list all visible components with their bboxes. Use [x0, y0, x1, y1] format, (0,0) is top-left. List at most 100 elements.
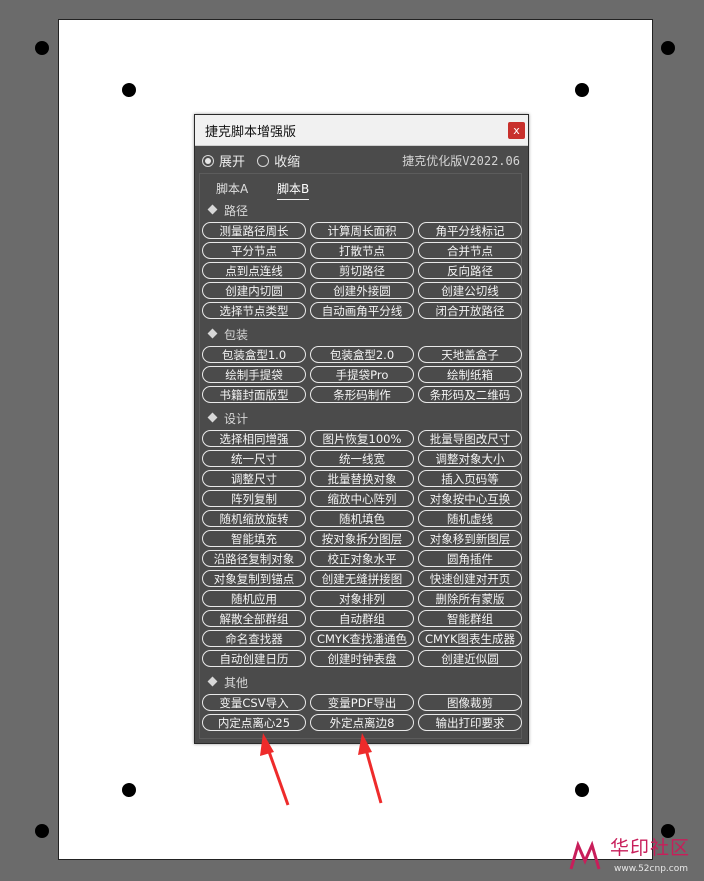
- script-button[interactable]: 外定点离边8: [310, 714, 414, 731]
- script-button[interactable]: 创建无缝拼接图: [310, 570, 414, 587]
- script-button[interactable]: 快速创建对开页: [418, 570, 522, 587]
- script-button[interactable]: 自动画角平分线: [310, 302, 414, 319]
- script-button[interactable]: 统一尺寸: [202, 450, 306, 467]
- script-button[interactable]: 调整尺寸: [202, 470, 306, 487]
- expand-label: 展开: [219, 155, 246, 170]
- script-button[interactable]: 缩放中心阵列: [310, 490, 414, 507]
- tab-script-b[interactable]: 脚本B: [277, 180, 310, 200]
- collapse-option[interactable]: 收缩: [257, 151, 300, 170]
- radio-unselected-icon: [257, 155, 270, 167]
- package-buttons: 包装盒型1.0 包装盒型2.0 天地盖盒子绘制手提袋 手提袋Pro 绘制纸箱书籍封面版型…: [202, 346, 524, 403]
- script-button[interactable]: 创建时钟表盘: [310, 650, 414, 667]
- script-button[interactable]: 插入页码等: [418, 470, 522, 487]
- script-button[interactable]: 点到点连线: [202, 262, 306, 279]
- registration-dot: [35, 41, 49, 55]
- script-button[interactable]: 自动创建日历: [202, 650, 306, 667]
- design-buttons: 选择相同增强 图片恢复100% 批量导图改尺寸统一尺寸 统一线宽 调整对象大小调整尺寸批…: [202, 430, 524, 667]
- registration-dot: [575, 783, 589, 797]
- section-title: 包装: [224, 328, 249, 342]
- script-button[interactable]: 反向路径: [418, 262, 522, 279]
- script-button[interactable]: 手提袋Pro: [310, 366, 414, 383]
- script-button[interactable]: 变量CSV导入: [202, 694, 306, 711]
- script-button[interactable]: 打散节点: [310, 242, 414, 259]
- script-button[interactable]: 阵列复制: [202, 490, 306, 507]
- script-button[interactable]: 调整对象大小: [418, 450, 522, 467]
- script-button[interactable]: 图片恢复100%: [310, 430, 414, 447]
- script-button[interactable]: 绘制手提袋: [202, 366, 306, 383]
- script-button[interactable]: 自动群组: [310, 610, 414, 627]
- expand-option[interactable]: 展开: [202, 151, 245, 170]
- script-button[interactable]: 平分节点: [202, 242, 306, 259]
- section-title: 其他: [224, 676, 249, 690]
- script-button[interactable]: 选择相同增强: [202, 430, 306, 447]
- script-button[interactable]: 计算周长面积: [310, 222, 414, 239]
- script-button[interactable]: 条形码及二维码: [418, 386, 522, 403]
- registration-dot: [661, 41, 675, 55]
- script-button[interactable]: 批量导图改尺寸: [418, 430, 522, 447]
- script-button[interactable]: 绘制纸箱: [418, 366, 522, 383]
- script-content-area: 脚本A 脚本B 路径 测量路径周长 计算周长面积 角平分线标记平分节点 打散节点 合并节…: [199, 173, 522, 739]
- script-button[interactable]: 创建内切圆: [202, 282, 306, 299]
- script-button[interactable]: 包装盒型1.0: [202, 346, 306, 363]
- script-button[interactable]: 对象排列: [310, 590, 414, 607]
- registration-dot: [122, 783, 136, 797]
- script-button[interactable]: CMYK图表生成器: [418, 630, 522, 647]
- script-button[interactable]: 创建近似圆: [418, 650, 522, 667]
- script-button[interactable]: 智能群组: [418, 610, 522, 627]
- watermark-logo-icon: [569, 840, 601, 870]
- script-button[interactable]: 随机虚线: [418, 510, 522, 527]
- script-button[interactable]: 创建外接圆: [310, 282, 414, 299]
- script-button[interactable]: 条形码制作: [310, 386, 414, 403]
- close-button[interactable]: x: [508, 122, 525, 139]
- script-button[interactable]: 随机填色: [310, 510, 414, 527]
- script-button[interactable]: 圆角插件: [418, 550, 522, 567]
- script-button[interactable]: 书籍封面版型: [202, 386, 306, 403]
- script-button[interactable]: 统一线宽: [310, 450, 414, 467]
- version-label: 捷克优化版V2022.06: [402, 154, 520, 168]
- diamond-icon: [207, 204, 218, 215]
- script-button[interactable]: 变量PDF导出: [310, 694, 414, 711]
- section-other-header: 其他: [206, 674, 248, 690]
- script-button[interactable]: 对象移到新图层: [418, 530, 522, 547]
- tab-script-a[interactable]: 脚本A: [216, 180, 248, 199]
- script-button[interactable]: 按对象拆分图层: [310, 530, 414, 547]
- registration-dot: [122, 83, 136, 97]
- script-button[interactable]: 选择节点类型: [202, 302, 306, 319]
- script-button[interactable]: 沿路径复制对象: [202, 550, 306, 567]
- script-button[interactable]: 内定点离心25: [202, 714, 306, 731]
- script-button[interactable]: 对象复制到锚点: [202, 570, 306, 587]
- view-mode-options: 展开 收缩: [202, 151, 308, 170]
- section-path-header: 路径: [206, 202, 248, 218]
- registration-dot: [35, 824, 49, 838]
- script-button[interactable]: 输出打印要求: [418, 714, 522, 731]
- diamond-icon: [207, 676, 218, 687]
- script-button[interactable]: 天地盖盒子: [418, 346, 522, 363]
- script-button[interactable]: 闭合开放路径: [418, 302, 522, 319]
- panel-title: 捷克脚本增强版: [205, 125, 297, 140]
- panel-titlebar[interactable]: 捷克脚本增强版 x: [195, 115, 528, 146]
- section-title: 路径: [224, 204, 249, 218]
- script-button[interactable]: 创建公切线: [418, 282, 522, 299]
- script-button[interactable]: 智能填充: [202, 530, 306, 547]
- script-button[interactable]: 解散全部群组: [202, 610, 306, 627]
- script-button[interactable]: CMYK查找潘通色: [310, 630, 414, 647]
- script-button[interactable]: 角平分线标记: [418, 222, 522, 239]
- script-button[interactable]: 批量替换对象: [310, 470, 414, 487]
- diamond-icon: [207, 412, 218, 423]
- script-button[interactable]: 随机应用: [202, 590, 306, 607]
- watermark-text: 华印社区: [609, 837, 690, 859]
- script-button[interactable]: 剪切路径: [310, 262, 414, 279]
- script-tabs: 脚本A 脚本B: [216, 180, 334, 200]
- registration-dot: [575, 83, 589, 97]
- script-button[interactable]: 合并节点: [418, 242, 522, 259]
- script-button[interactable]: 包装盒型2.0: [310, 346, 414, 363]
- script-button[interactable]: 命名查找器: [202, 630, 306, 647]
- script-button[interactable]: 测量路径周长: [202, 222, 306, 239]
- script-button[interactable]: 校正对象水平: [310, 550, 414, 567]
- diamond-icon: [207, 328, 218, 339]
- script-button[interactable]: 对象按中心互换: [418, 490, 522, 507]
- script-button[interactable]: 随机缩放旋转: [202, 510, 306, 527]
- script-button[interactable]: 删除所有蒙版: [418, 590, 522, 607]
- path-buttons: 测量路径周长 计算周长面积 角平分线标记平分节点 打散节点 合并节点点到点连线 剪切路径反…: [202, 222, 524, 319]
- script-button[interactable]: 图像裁剪: [418, 694, 522, 711]
